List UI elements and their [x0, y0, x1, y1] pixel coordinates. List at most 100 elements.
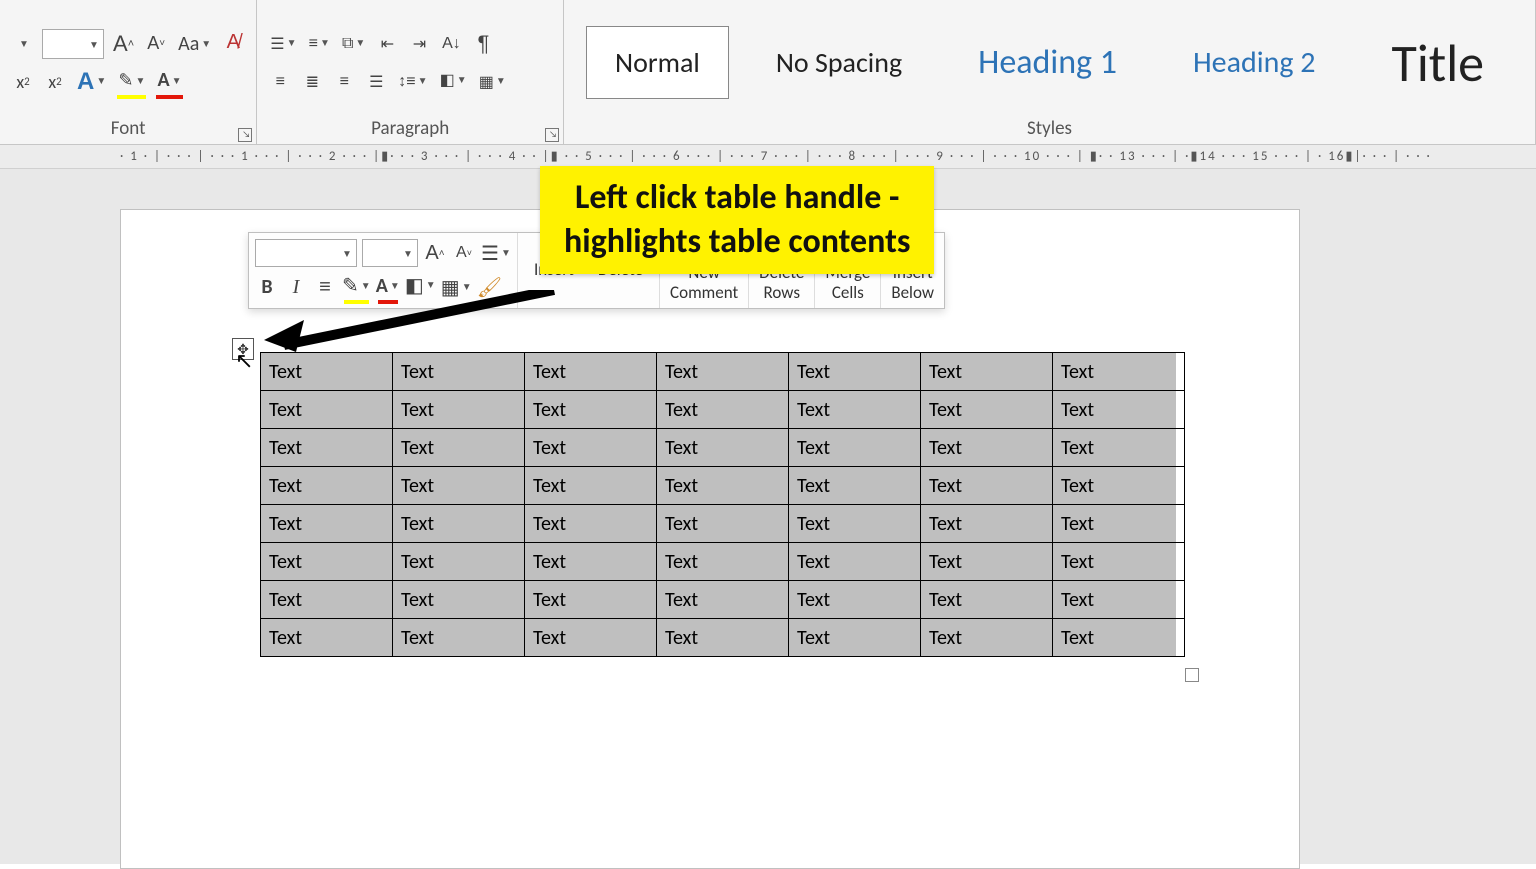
table-cell[interactable]: Text: [393, 543, 525, 581]
table-cell[interactable]: Text: [921, 467, 1053, 505]
table-cell[interactable]: Text: [261, 543, 393, 581]
font-name-dropdown[interactable]: [10, 29, 36, 59]
table-cell[interactable]: Text: [261, 429, 393, 467]
paragraph-dialog-launcher[interactable]: [545, 128, 559, 142]
numbering-button[interactable]: ≡: [306, 29, 333, 59]
show-hide-button[interactable]: ¶: [470, 29, 496, 59]
table-cell[interactable]: Text: [393, 581, 525, 619]
style-heading1[interactable]: Heading 1: [949, 23, 1146, 102]
table-cell[interactable]: Text: [789, 543, 921, 581]
line-spacing-button[interactable]: ↕≡: [395, 67, 430, 97]
increase-indent-button[interactable]: ⇥: [406, 29, 432, 59]
table-cell[interactable]: Text: [1053, 543, 1185, 581]
align-center-button[interactable]: ≣: [299, 67, 325, 97]
table-cell[interactable]: Text: [657, 543, 789, 581]
table-row[interactable]: TextTextTextTextTextTextText: [261, 429, 1185, 467]
table-cell[interactable]: Text: [1053, 429, 1185, 467]
table-cell[interactable]: Text: [921, 619, 1053, 657]
table-cell[interactable]: Text: [789, 353, 921, 391]
style-title[interactable]: Title: [1363, 12, 1514, 114]
table-cell[interactable]: Text: [525, 581, 657, 619]
table-row[interactable]: TextTextTextTextTextTextText: [261, 467, 1185, 505]
table-cell[interactable]: Text: [1053, 619, 1185, 657]
mini-font-name-select[interactable]: [255, 239, 357, 267]
table-cell[interactable]: Text: [657, 429, 789, 467]
table-cell[interactable]: Text: [1053, 467, 1185, 505]
table-cell[interactable]: Text: [393, 467, 525, 505]
table-cell[interactable]: Text: [921, 429, 1053, 467]
table-cell[interactable]: Text: [789, 505, 921, 543]
font-size-input[interactable]: [42, 29, 104, 59]
table-cell[interactable]: Text: [657, 353, 789, 391]
multilevel-list-button[interactable]: ⧉: [339, 29, 368, 59]
shrink-font-button[interactable]: A˅: [143, 29, 169, 59]
table-cell[interactable]: Text: [921, 543, 1053, 581]
table-cell[interactable]: Text: [393, 429, 525, 467]
table-cell[interactable]: Text: [789, 391, 921, 429]
table-cell[interactable]: Text: [261, 467, 393, 505]
table-cell[interactable]: Text: [525, 505, 657, 543]
align-left-button[interactable]: ≡: [267, 67, 293, 97]
table-cell[interactable]: Text: [1053, 505, 1185, 543]
table-cell[interactable]: Text: [921, 505, 1053, 543]
table-cell[interactable]: Text: [921, 353, 1053, 391]
label-line2: Cells: [832, 283, 864, 303]
table-cell[interactable]: Text: [657, 467, 789, 505]
table-cell[interactable]: Text: [921, 391, 1053, 429]
table-cell[interactable]: Text: [525, 543, 657, 581]
grow-font-button[interactable]: A˄: [110, 29, 137, 59]
sort-button[interactable]: A↓: [438, 29, 464, 59]
mini-grow-font-button[interactable]: A˄: [423, 238, 447, 268]
superscript-button[interactable]: x2: [42, 67, 68, 97]
font-color-button[interactable]: A: [154, 67, 184, 97]
highlight-color-button[interactable]: ✎: [115, 67, 148, 97]
table-row[interactable]: TextTextTextTextTextTextText: [261, 505, 1185, 543]
table-row[interactable]: TextTextTextTextTextTextText: [261, 619, 1185, 657]
table-cell[interactable]: Text: [393, 619, 525, 657]
style-heading2[interactable]: Heading 2: [1164, 25, 1345, 100]
content-table[interactable]: TextTextTextTextTextTextTextTextTextText…: [260, 352, 1185, 657]
table-cell[interactable]: Text: [525, 619, 657, 657]
table-cell[interactable]: Text: [657, 505, 789, 543]
change-case-button[interactable]: Aa: [175, 29, 214, 59]
justify-button[interactable]: ☰: [363, 67, 389, 97]
table-resize-handle[interactable]: [1185, 668, 1199, 682]
table-cell[interactable]: Text: [261, 391, 393, 429]
table-cell[interactable]: Text: [657, 619, 789, 657]
table-row[interactable]: TextTextTextTextTextTextText: [261, 391, 1185, 429]
table-cell[interactable]: Text: [1053, 581, 1185, 619]
decrease-indent-button[interactable]: ⇤: [374, 29, 400, 59]
table-cell[interactable]: Text: [789, 429, 921, 467]
table-cell[interactable]: Text: [525, 467, 657, 505]
table-cell[interactable]: Text: [657, 581, 789, 619]
table-cell[interactable]: Text: [261, 581, 393, 619]
table-cell[interactable]: Text: [1053, 353, 1185, 391]
mini-bullets-button[interactable]: ☰: [481, 238, 511, 268]
shading-button[interactable]: ◧: [437, 67, 470, 97]
borders-button[interactable]: ▦: [476, 67, 509, 97]
table-cell[interactable]: Text: [393, 505, 525, 543]
mini-font-size-select[interactable]: [362, 239, 418, 267]
table-cell[interactable]: Text: [261, 619, 393, 657]
table-row[interactable]: TextTextTextTextTextTextText: [261, 543, 1185, 581]
table-cell[interactable]: Text: [1053, 391, 1185, 429]
table-cell[interactable]: Text: [921, 581, 1053, 619]
style-normal[interactable]: Normal: [586, 26, 729, 99]
style-no-spacing[interactable]: No Spacing: [747, 26, 931, 99]
clear-formatting-button[interactable]: A̸: [220, 29, 246, 59]
subscript-button[interactable]: x2: [10, 67, 36, 97]
table-row[interactable]: TextTextTextTextTextTextText: [261, 581, 1185, 619]
bullets-button[interactable]: ☰: [267, 29, 299, 59]
mini-shrink-font-button[interactable]: A˅: [452, 238, 476, 268]
table-cell[interactable]: Text: [525, 391, 657, 429]
text-effects-button[interactable]: A: [74, 67, 109, 97]
font-dialog-launcher[interactable]: [238, 128, 252, 142]
table-cell[interactable]: Text: [657, 391, 789, 429]
table-cell[interactable]: Text: [525, 429, 657, 467]
align-right-button[interactable]: ≡: [331, 67, 357, 97]
table-cell[interactable]: Text: [393, 391, 525, 429]
table-cell[interactable]: Text: [789, 581, 921, 619]
table-cell[interactable]: Text: [789, 619, 921, 657]
table-cell[interactable]: Text: [261, 505, 393, 543]
table-cell[interactable]: Text: [789, 467, 921, 505]
